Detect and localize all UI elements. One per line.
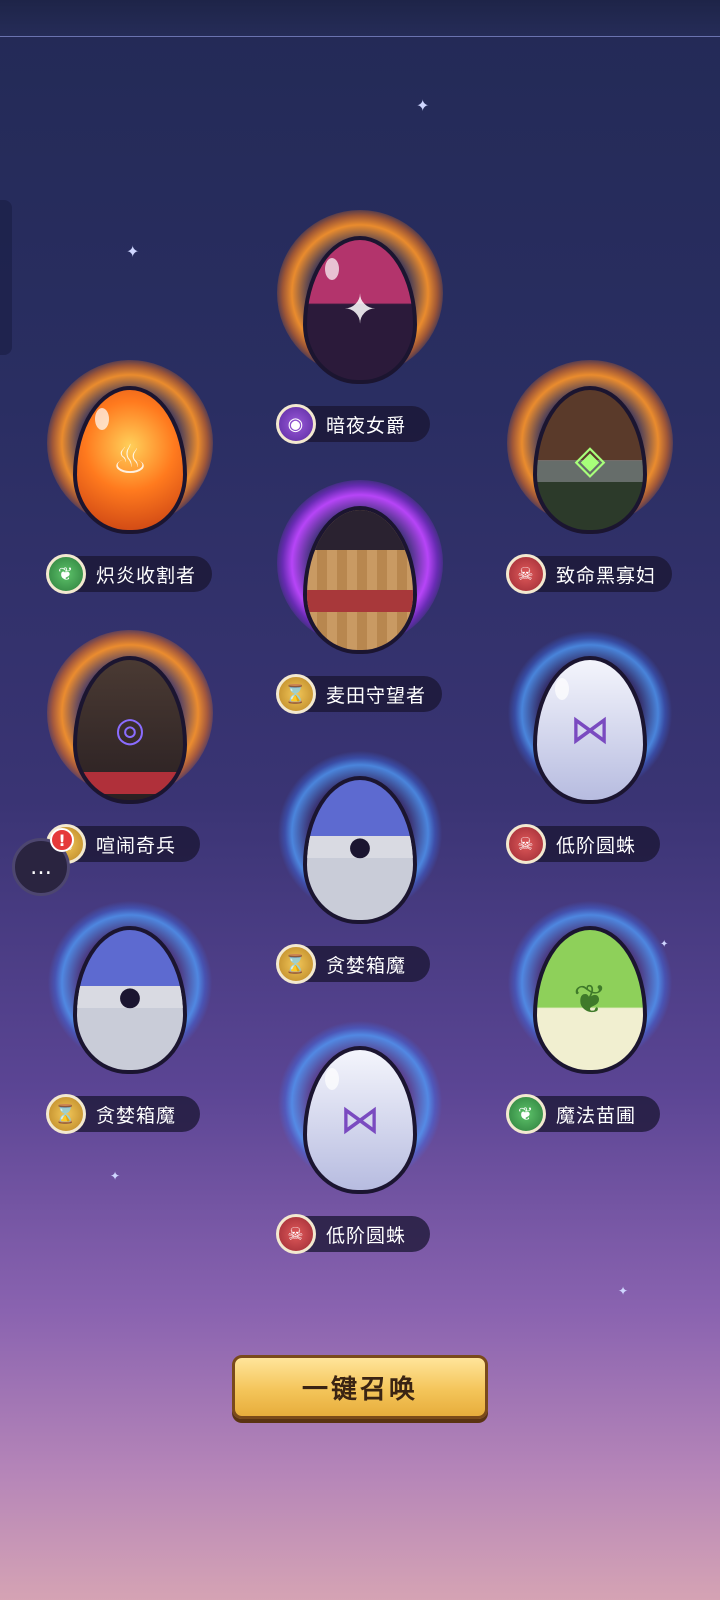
egg-slot-night-duchess[interactable]: ✦ ◉ 暗夜女爵 (260, 210, 460, 480)
egg-slot-greedy-mimic-2[interactable]: ● ⌛ 贪婪箱魔 (30, 900, 230, 1170)
egg-name: 暗夜女爵 (326, 414, 407, 437)
egg-name: 贪婪箱魔 (96, 1104, 177, 1127)
sparkle-star: ✦ (618, 1284, 629, 1298)
egg-name: 贪婪箱魔 (326, 954, 407, 977)
chat-alert-badge: ! (50, 828, 74, 852)
egg-slot-low-spider-2[interactable]: ⋈ ☠ 低阶圆蛛 (260, 1020, 460, 1290)
hourglass-icon: ⌛ (46, 1094, 86, 1134)
hourglass-icon: ⌛ (276, 674, 316, 714)
egg-name: 魔法苗圃 (556, 1104, 637, 1127)
egg-name: 炽炎收割者 (96, 564, 197, 587)
side-drawer-tab[interactable] (0, 200, 12, 355)
top-bar (0, 0, 720, 37)
egg-slot-field-watcher[interactable]: ⌛ 麦田守望者 (260, 480, 460, 750)
leaf-icon: ❦ (506, 1094, 546, 1134)
sparkle-star: ✦ (416, 96, 430, 115)
leaf-icon: ❦ (46, 554, 86, 594)
egg-slot-flame-reaper[interactable]: ♨ ❦ 炽炎收割者 (30, 360, 230, 630)
skull-icon: ☠ (506, 824, 546, 864)
egg-name: 低阶圆蛛 (556, 834, 637, 857)
skull-icon: ☠ (506, 554, 546, 594)
egg-slot-greedy-mimic-1[interactable]: ● ⌛ 贪婪箱魔 (260, 750, 460, 1020)
egg-name: 致命黑寡妇 (556, 564, 657, 587)
egg-name: 低阶圆蛛 (326, 1224, 407, 1247)
egg-slot-black-widow[interactable]: ◈ ☠ 致命黑寡妇 (490, 360, 690, 630)
sparkle-star: ✦ (126, 242, 140, 261)
one-click-summon-button[interactable]: 一键召唤 (232, 1355, 488, 1419)
egg-name: 喧闹奇兵 (96, 834, 177, 857)
eye-icon: ◉ (276, 404, 316, 444)
hourglass-icon: ⌛ (276, 944, 316, 984)
egg-slot-low-spider-1[interactable]: ⋈ ☠ 低阶圆蛛 (490, 630, 690, 900)
egg-name: 麦田守望者 (326, 684, 427, 707)
skull-icon: ☠ (276, 1214, 316, 1254)
chat-icon: … (30, 854, 52, 880)
sparkle-star: ✦ (110, 1169, 121, 1183)
egg-image (303, 506, 417, 654)
egg-slot-magic-nursery[interactable]: ❦ ❦ 魔法苗圃 (490, 900, 690, 1170)
